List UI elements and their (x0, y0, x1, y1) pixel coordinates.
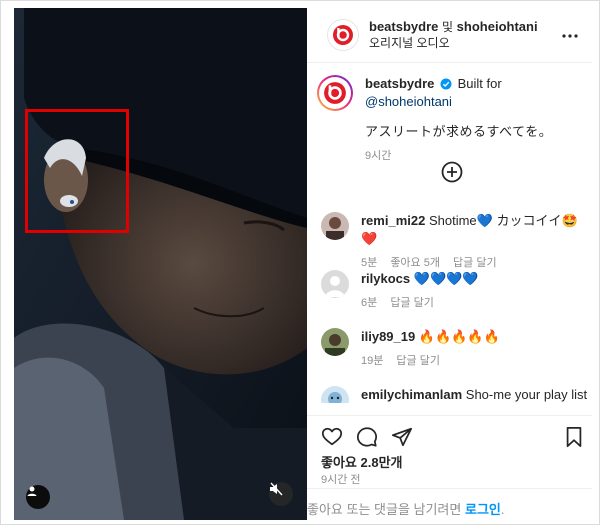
commenter-avatar[interactable] (321, 212, 349, 240)
comment-text: 🔥🔥🔥🔥🔥 (418, 329, 500, 344)
comment-likes[interactable]: 좋아요 5개 (390, 257, 440, 269)
bookmark-icon (566, 426, 582, 448)
caption-avatar[interactable] (317, 75, 353, 111)
login-link[interactable]: 로그인 (465, 502, 501, 517)
heart-icon (321, 427, 343, 446)
comment-time: 5분 (361, 257, 378, 269)
post-sidebar: beatsbydre 및 shoheiohtani 오리지널 오디오 beats… (307, 8, 592, 520)
beats-logo-icon (324, 82, 346, 104)
avatar-photo (321, 386, 349, 403)
post-video[interactable] (14, 8, 307, 520)
video-frame-image (14, 8, 307, 520)
load-more-comments-button[interactable] (441, 161, 465, 185)
tagged-users-button[interactable] (26, 485, 50, 509)
comment-username[interactable]: iliy89_19 (361, 329, 415, 344)
collaborator-username[interactable]: shoheiohtani (457, 19, 538, 34)
share-button[interactable] (391, 426, 415, 450)
post-header: beatsbydre 및 shoheiohtani 오리지널 오디오 (307, 8, 592, 63)
caption-built-for: Built for (457, 76, 502, 91)
comment-icon (356, 427, 378, 447)
comment-item: iliy89_19 🔥🔥🔥🔥🔥 19분 답글 달기 (307, 324, 592, 382)
paper-plane-icon (391, 427, 413, 447)
login-suffix: . (500, 502, 505, 517)
post-actions (307, 415, 592, 453)
avatar-photo (321, 212, 349, 240)
header-conjunction: 및 (442, 20, 454, 34)
more-options-button[interactable] (558, 26, 582, 46)
beats-logo-icon (333, 25, 353, 45)
highlight-box (25, 109, 129, 233)
audio-link[interactable]: 오리지널 오디오 (369, 35, 538, 51)
avatar-photo (321, 328, 349, 356)
like-button[interactable] (321, 426, 345, 450)
reply-button[interactable]: 답글 달기 (396, 355, 440, 367)
comment-item: emilychimanlam Sho-me your play list (307, 382, 592, 403)
comment-item: rilykocs 💙💙💙💙 6분 답글 달기 (307, 266, 592, 324)
comment-time: 6분 (361, 297, 378, 309)
reply-button[interactable]: 답글 달기 (453, 257, 497, 269)
post-time: 9시간 전 (321, 474, 361, 486)
default-avatar-icon (321, 270, 349, 298)
login-prompt: 좋아요 또는 댓글을 남기려면 로그인. (307, 488, 592, 520)
mute-button[interactable] (269, 482, 293, 506)
verified-badge-icon (440, 78, 452, 90)
author-username[interactable]: beatsbydre (369, 19, 438, 34)
comment-username[interactable]: rilykocs (361, 271, 410, 286)
mention-link[interactable]: @shoheiohtani (365, 94, 452, 109)
comment-username[interactable]: remi_mi22 (361, 213, 425, 228)
caption-time: 9시간 (365, 150, 392, 162)
comment-time: 19분 (361, 355, 384, 367)
header-names: beatsbydre 및 shoheiohtani 오리지널 오디오 (369, 19, 538, 51)
caption-body: beatsbydre Built for @shoheiohtani アスリート… (365, 75, 578, 165)
commenter-avatar[interactable] (321, 328, 349, 356)
save-button[interactable] (564, 426, 588, 450)
commenter-avatar[interactable] (321, 270, 349, 298)
login-prompt-text: 좋아요 또는 댓글을 남기려면 (307, 502, 462, 517)
comment-text: Sho-me your play list (465, 387, 588, 402)
user-icon (27, 486, 37, 496)
commenter-avatar[interactable] (321, 386, 349, 403)
comment-username[interactable]: emilychimanlam (361, 387, 462, 402)
likes-count[interactable]: 좋아요 2.8만개 (321, 452, 402, 471)
plus-circle-icon (441, 161, 463, 183)
caption-text: アスリートが求めるすべてを。 (365, 124, 553, 139)
comment-button[interactable] (356, 426, 380, 450)
author-avatar[interactable] (327, 19, 359, 51)
comment-item: remi_mi22 Shotime💙 カッコイイ🤩❤️ 5분 좋아요 5개 답글… (307, 208, 592, 269)
speaker-muted-icon (270, 482, 283, 496)
caption-username[interactable]: beatsbydre (365, 76, 434, 91)
comments-list[interactable]: remi_mi22 Shotime💙 カッコイイ🤩❤️ 5분 좋아요 5개 답글… (307, 208, 592, 403)
comment-text: 💙💙💙💙 (413, 271, 479, 286)
reply-button[interactable]: 답글 달기 (390, 297, 434, 309)
more-horizontal-icon (562, 34, 578, 38)
